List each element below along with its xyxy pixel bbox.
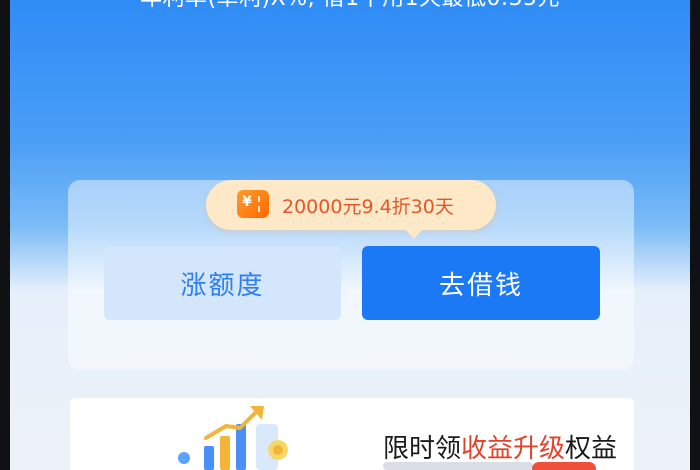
rate-subtitle: 年利率(单利)X%, 借1千用1天最低0.35元 [10,0,690,12]
promo-title-suffix: 权益 [565,434,618,464]
coupon-yuan-icon: ¥ [237,190,269,218]
promo-title-prefix: 限时领 [383,434,462,464]
coupon-text: 20000元9.4折30天 [282,196,454,218]
borrow-button[interactable]: 去借钱 [362,246,600,320]
coupon-icon-glyph: ¥ [242,194,252,210]
promo-title-highlight: 收益升级 [461,434,566,464]
screen: 年利率(单利)X%, 借1千用1天最低0.35元 ¥ 20000元9.4折30天… [10,0,690,470]
promo-title: 限时领收益升级权益 [383,428,617,465]
growth-chart-icon [178,406,288,470]
promo-subtitle-placeholder [383,462,533,470]
promo-card[interactable]: 限时领收益升级权益 [70,398,634,470]
raise-limit-button[interactable]: 涨额度 [104,246,341,320]
promo-tag[interactable] [532,462,596,470]
coupon-tooltip[interactable]: ¥ 20000元9.4折30天 [206,180,496,239]
